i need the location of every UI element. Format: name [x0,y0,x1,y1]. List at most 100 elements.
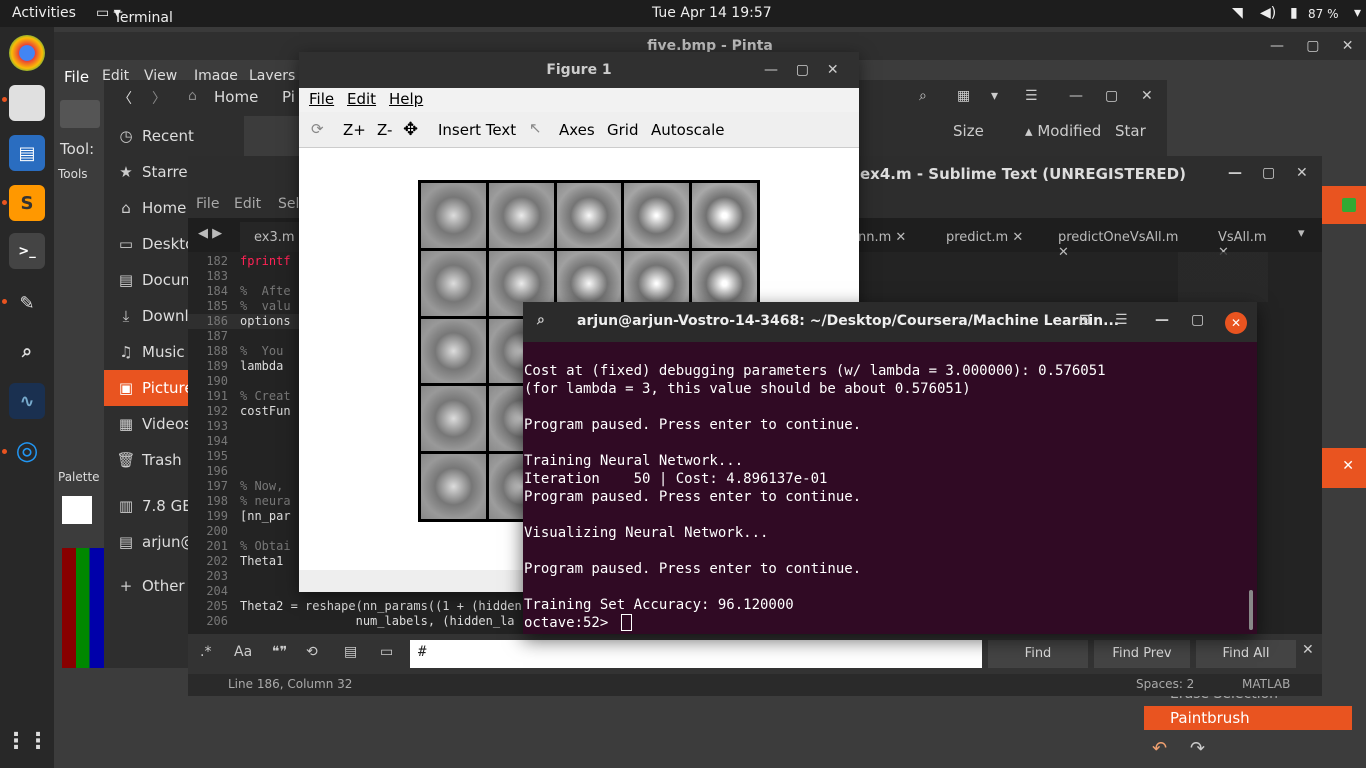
sidebar-item-recent[interactable]: ◷ Recent [104,118,244,154]
indentation-status[interactable]: Spaces: 2 [1136,677,1194,691]
close-icon[interactable]: ✕ [1296,165,1308,181]
zoom-out-button[interactable]: Z- [377,121,392,139]
column-modified[interactable]: ▴ Modified [1025,122,1101,140]
figure-menu-help[interactable]: Help [389,90,423,108]
tab-dropdown-icon[interactable]: ▾ [1298,226,1305,241]
line-number: 190 [206,374,228,388]
code-text: options [240,314,291,328]
wifi-icon[interactable]: ◥ [1232,5,1243,21]
pinta-window-controls[interactable]: — ▢ ✕ [1270,38,1353,54]
figure-menu-edit[interactable]: Edit [347,90,376,108]
activities-button[interactable]: Activities [12,5,76,21]
paintbrush-item[interactable]: Paintbrush [1144,706,1352,730]
magnifier-icon[interactable]: ⌕ [9,333,45,369]
chrome-icon[interactable] [9,35,45,71]
find-input[interactable]: # [410,640,982,668]
insert-text-button[interactable]: Insert Text [438,121,516,139]
wrap-toggle[interactable]: ⟲ [306,644,318,660]
clock[interactable]: Tue Apr 14 19:57 [652,5,772,21]
maximize-icon[interactable]: ▢ [1105,88,1118,104]
close-find-icon[interactable]: ✕ [1302,642,1314,658]
select-cursor-icon[interactable]: ↖ [529,119,542,137]
rotate-icon[interactable]: ⟳ [311,120,324,138]
find-button[interactable]: Find [988,640,1088,668]
figure-window-controls[interactable]: — ▢ ✕ [764,62,839,78]
tab-scroll-icon[interactable]: ◀ ▶ [198,226,222,241]
close-icon[interactable]: ✕ [895,230,906,245]
regex-toggle[interactable]: .* [200,644,211,660]
menu-icon[interactable]: ☰ [1025,88,1038,104]
axes-button[interactable]: Axes [559,121,595,139]
volume-icon[interactable]: ◀) [1260,5,1276,21]
close-icon[interactable]: ✕ [1058,245,1069,260]
terminal-scrollbar[interactable] [1249,590,1253,630]
minimize-icon[interactable]: — [1228,165,1242,181]
minimize-icon[interactable]: — [1069,88,1083,104]
undo-icon[interactable]: ↶ [1152,738,1167,759]
forward-icon[interactable]: 〉 [152,88,166,108]
path-pictures[interactable]: Pi [282,88,295,106]
show-apps-icon[interactable]: ⋮⋮ [5,723,49,759]
top-bar: Activities ▭ Terminal ▾ Tue Apr 14 19:57… [0,0,1366,27]
sublime-menu-edit[interactable]: Edit [234,196,261,212]
syntax-status[interactable]: MATLAB [1242,677,1290,691]
new-image-icon[interactable] [60,100,100,128]
writer-icon[interactable]: ▤ [9,135,45,171]
battery-icon[interactable]: ▮ [1290,5,1298,21]
pinta-menu-file[interactable]: File [64,68,89,86]
pinta-icon[interactable]: ✎ [9,285,45,321]
path-home[interactable]: Home [214,88,258,106]
grid-button[interactable]: Grid [607,121,638,139]
zoom-in-button[interactable]: Z+ [343,121,366,139]
system-menu-icon[interactable]: ▾ [1354,5,1361,21]
tab-predictonevsall[interactable]: predictOneVsAll.m ✕ [1048,222,1188,260]
maximize-icon[interactable]: ▢ [1191,312,1204,328]
case-toggle[interactable]: Aa [234,644,252,660]
orange-panel-tab[interactable] [1322,186,1366,224]
close-icon[interactable]: ✕ [1141,88,1153,104]
sublime-icon[interactable]: S [9,185,45,221]
search-icon[interactable]: ⌕ [537,312,545,328]
code-text: % You [240,344,284,358]
new-tab-icon[interactable]: ⊞ [1079,312,1091,328]
minimap[interactable] [1178,252,1268,302]
pan-icon[interactable]: ✥ [403,119,418,140]
code-text: % Obtai [240,539,291,553]
files-icon[interactable] [9,85,45,121]
highlight-toggle[interactable]: ▭ [380,644,393,660]
redo-icon[interactable]: ↷ [1190,738,1205,759]
sublime-menu-file[interactable]: File [196,196,219,212]
menu-icon[interactable]: ☰ [1115,312,1128,328]
figure-menu-file[interactable]: File [309,90,334,108]
system-monitor-icon[interactable]: ∿ [9,383,45,419]
autoscale-button[interactable]: Autoscale [651,121,724,139]
minimize-icon[interactable]: — [1155,312,1169,328]
terminal-icon[interactable]: >_ [9,233,45,269]
terminal-line: Iteration 50 | Cost: 4.896137e-01 [524,471,828,487]
sublime-menu-selection[interactable]: Sel [278,196,299,212]
whole-word-toggle[interactable]: ❝❞ [272,644,287,660]
tab-predict[interactable]: predict.m ✕ [936,222,1036,252]
close-icon[interactable]: ✕ [1225,312,1247,334]
sublime-title: ex4.m - Sublime Text (UNREGISTERED) [860,165,1186,183]
find-prev-button[interactable]: Find Prev [1094,640,1190,668]
grid-view-icon[interactable]: ▦ [957,88,970,104]
close-icon[interactable]: ✕ [1012,230,1023,245]
code-line[interactable]: 205 Theta2 = reshape(nn_params((1 + (hidd… [188,599,528,614]
search-icon[interactable]: ⌕ [919,88,927,104]
tab-onevsall[interactable]: VsAll.m ✕ [1208,222,1278,260]
find-all-button[interactable]: Find All [1196,640,1296,668]
ubuntu-software-icon[interactable]: ◎ [9,433,45,469]
code-line[interactable]: 206 num_labels, (hidden_la [188,614,528,629]
back-icon[interactable]: 〈 [118,88,132,108]
maximize-icon[interactable]: ▢ [1262,165,1275,181]
color-palette[interactable] [62,548,104,668]
column-size[interactable]: Size [953,122,984,140]
chevron-down-icon[interactable]: ▾ [991,88,998,104]
app-menu[interactable]: ▭ Terminal ▾ [96,5,173,26]
close-panel-icon[interactable]: ✕ [1322,448,1366,488]
primary-color-swatch[interactable] [62,496,92,524]
column-star[interactable]: Star [1115,122,1146,140]
tab-ex3[interactable]: ex3.m [240,222,300,252]
in-selection-toggle[interactable]: ▤ [344,644,357,660]
